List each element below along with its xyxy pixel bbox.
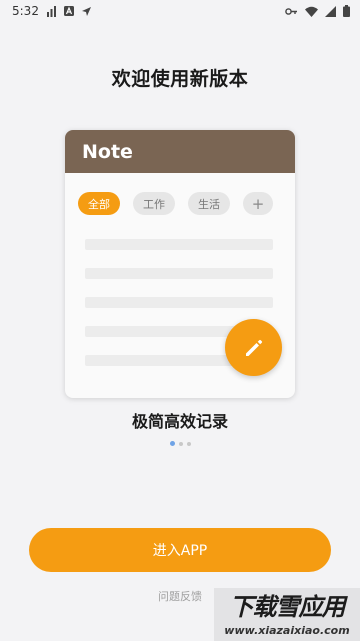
chip-add: + bbox=[243, 192, 273, 215]
placeholder-line bbox=[85, 297, 273, 308]
pager-dot[interactable] bbox=[186, 441, 191, 446]
chip-life: 生活 bbox=[188, 192, 230, 215]
watermark: 下载雪应用 www.xiazaixiao.com bbox=[214, 588, 360, 641]
compose-fab bbox=[225, 319, 282, 376]
watermark-url: www.xiazaixiao.com bbox=[224, 624, 350, 637]
card-header: Note bbox=[65, 130, 295, 173]
watermark-title: 下载雪应用 bbox=[229, 593, 346, 621]
pager-dot[interactable] bbox=[178, 441, 183, 446]
chip-work: 工作 bbox=[133, 192, 175, 215]
vpn-key-icon bbox=[285, 7, 297, 15]
pager-dot-active[interactable] bbox=[169, 441, 175, 446]
category-chips: 全部 工作 生活 + bbox=[78, 192, 273, 215]
preview-card: Note 全部 工作 生活 + bbox=[65, 130, 295, 398]
status-left: 5:32 bbox=[12, 4, 92, 18]
pager-dots bbox=[0, 441, 360, 446]
placeholder-line bbox=[85, 268, 273, 279]
status-bar: 5:32 bbox=[0, 0, 360, 22]
feature-caption: 极简高效记录 bbox=[131, 412, 228, 431]
battery-icon bbox=[343, 5, 350, 17]
wifi-icon bbox=[305, 6, 318, 17]
status-time: 5:32 bbox=[12, 4, 39, 18]
chip-all: 全部 bbox=[78, 192, 120, 215]
notification-a-icon bbox=[63, 6, 74, 16]
welcome-title: 欢迎使用新版本 bbox=[111, 68, 249, 90]
enter-app-button[interactable]: 进入APP bbox=[29, 528, 331, 572]
pencil-icon bbox=[245, 339, 262, 356]
cell-signal-icon bbox=[325, 5, 336, 17]
status-right bbox=[285, 5, 350, 17]
card-header-title: Note bbox=[82, 140, 133, 163]
navigation-arrow-icon bbox=[81, 6, 91, 16]
placeholder-line bbox=[85, 239, 273, 250]
signal-bars-icon bbox=[46, 5, 56, 17]
